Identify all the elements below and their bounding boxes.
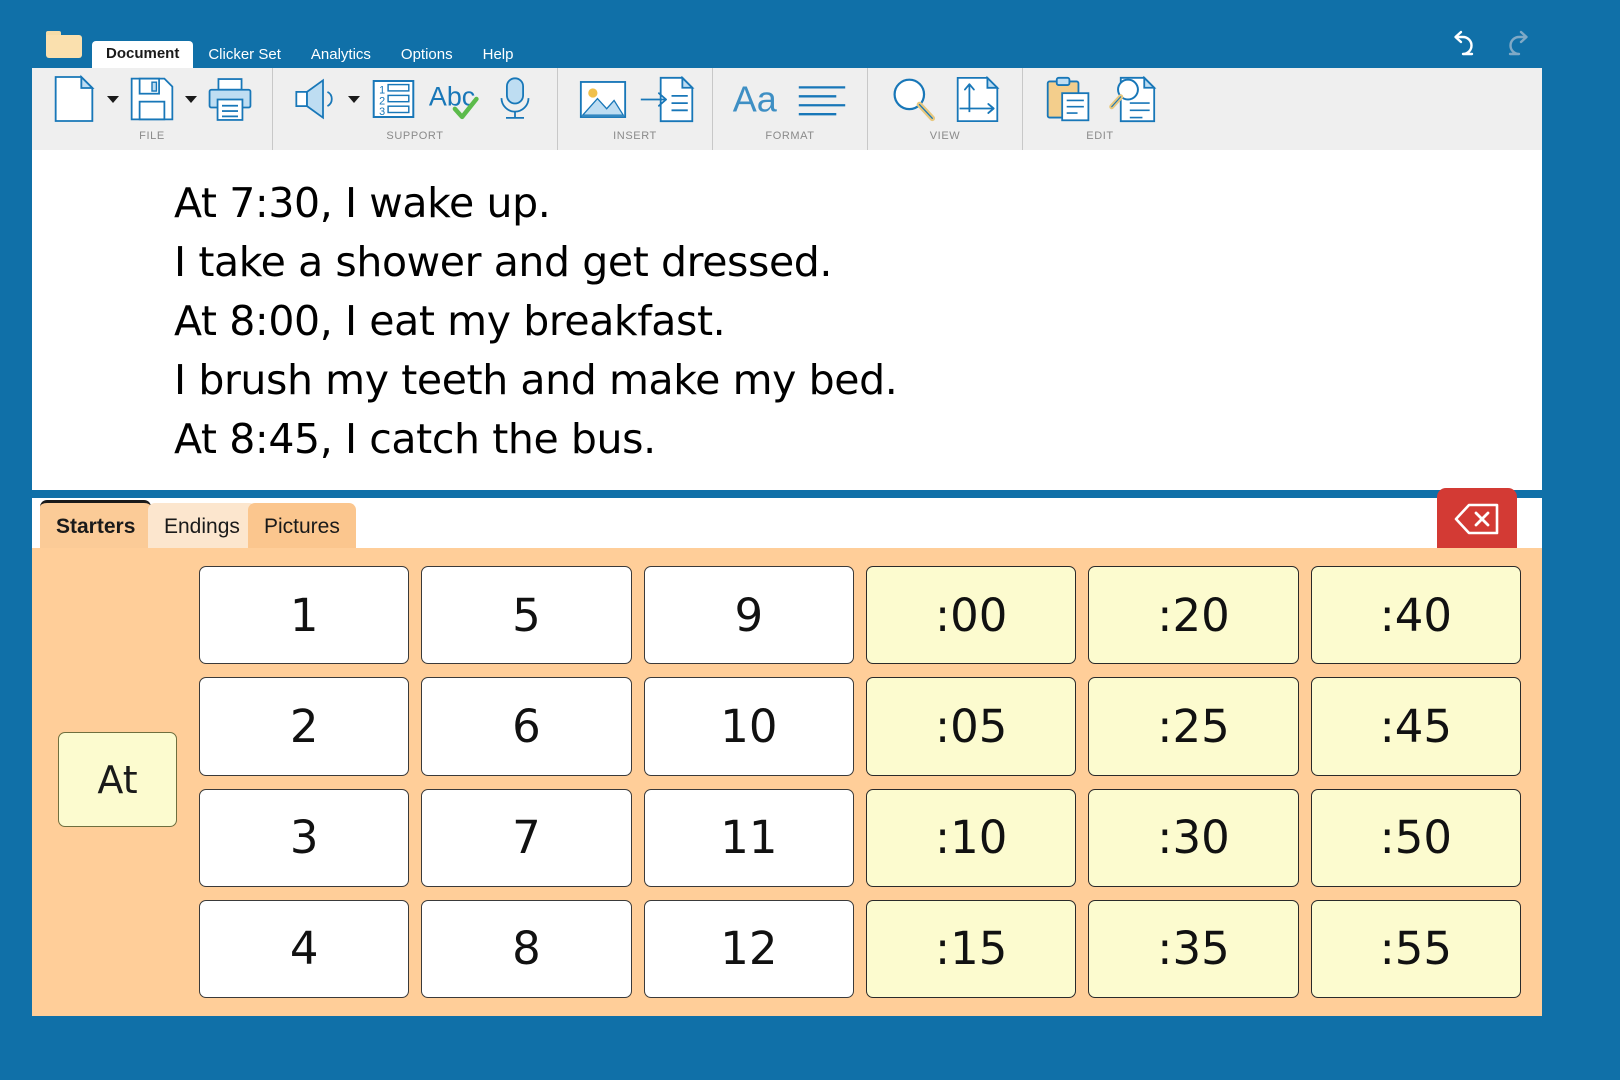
grid-cell[interactable]: 5 — [421, 566, 632, 665]
grid-cell[interactable]: :45 — [1310, 677, 1521, 776]
microphone-icon[interactable] — [487, 72, 543, 126]
grid-cell[interactable]: 3 — [199, 788, 410, 887]
undo-redo-group — [1450, 28, 1532, 62]
menu-item-document[interactable]: Document — [92, 41, 194, 68]
new-document-dropdown[interactable] — [104, 72, 122, 126]
document-line: I brush my teeth and make my bed. — [174, 356, 898, 404]
grid-cell[interactable]: :50 — [1310, 788, 1521, 887]
redo-icon[interactable] — [1498, 28, 1532, 62]
folder-icon[interactable] — [46, 31, 82, 58]
page-layout-icon[interactable] — [946, 72, 1008, 126]
ribbon-group-edit: EDIT — [1023, 68, 1177, 150]
document-canvas[interactable]: At 7:30, I wake up. I take a shower and g… — [32, 150, 1542, 490]
application-window: Document Clicker Set Analytics Options Help — [0, 0, 1620, 1080]
document-line: I take a shower and get dressed. — [174, 238, 833, 286]
document-line: At 8:00, I eat my breakfast. — [174, 297, 726, 345]
paste-clipboard-icon[interactable] — [1037, 72, 1099, 126]
grid-cell[interactable]: 12 — [643, 899, 854, 998]
grid-cell[interactable]: :40 — [1310, 566, 1521, 665]
grid-cell[interactable]: :00 — [865, 566, 1077, 665]
grid-cell[interactable]: 2 — [199, 677, 410, 776]
menu-item-help[interactable]: Help — [468, 42, 529, 68]
grid-cell[interactable]: :20 — [1088, 566, 1299, 665]
word-grid: 1 5 9:00:20:40 2 6 10:05:25:45 3 7 11:10:30:50 4 8… — [199, 566, 1521, 998]
numbered-list-icon[interactable]: 1 2 3 — [365, 72, 421, 126]
insert-picture-icon[interactable] — [572, 72, 634, 126]
save-document-icon[interactable] — [124, 72, 180, 126]
ribbon-group-label: INSERT — [613, 130, 657, 142]
grid-tab-pictures[interactable]: Pictures — [248, 503, 356, 550]
document-line: At 8:45, I catch the bus. — [174, 415, 656, 463]
ribbon-group-file: FILE — [32, 68, 273, 150]
new-document-icon[interactable] — [46, 72, 102, 126]
ribbon-group-label: VIEW — [929, 130, 961, 142]
paragraph-align-icon[interactable] — [791, 72, 853, 126]
grid-cell[interactable]: :10 — [865, 788, 1077, 887]
svg-text:3: 3 — [379, 106, 385, 118]
ribbon-group-view: VIEW — [868, 68, 1023, 150]
grid-cell[interactable]: 9 — [643, 566, 854, 665]
grid-tab-strip: Starters Endings Pictures — [32, 498, 1542, 550]
grid-cell[interactable]: :05 — [865, 677, 1077, 776]
title-bar: Document Clicker Set Analytics Options Help — [0, 0, 1620, 68]
speaker-icon[interactable] — [287, 72, 343, 126]
ribbon-group-support: 1 2 3 Abc SUPPORT — [273, 68, 558, 150]
grid-cell[interactable]: :15 — [865, 899, 1077, 998]
ribbon-group-format: Aa FORMAT — [713, 68, 868, 150]
ribbon-group-label: FORMAT — [765, 130, 815, 142]
undo-icon[interactable] — [1450, 28, 1484, 62]
grid-cell[interactable]: 8 — [421, 899, 632, 998]
print-icon[interactable] — [202, 72, 258, 126]
grid-cell[interactable]: :30 — [1088, 788, 1299, 887]
document-line: At 7:30, I wake up. — [174, 179, 551, 227]
menu-item-options[interactable]: Options — [386, 42, 468, 68]
find-in-document-icon[interactable] — [1101, 72, 1163, 126]
grid-cell[interactable]: 7 — [421, 788, 632, 887]
grid-cell[interactable]: 4 — [199, 899, 410, 998]
folder-icon-body — [46, 35, 82, 58]
svg-text:Aa: Aa — [733, 79, 778, 120]
speaker-dropdown[interactable] — [345, 72, 363, 126]
document-text[interactable]: At 7:30, I wake up. I take a shower and g… — [174, 174, 1474, 469]
ribbon-group-label: EDIT — [1086, 130, 1114, 142]
font-size-aa-icon[interactable]: Aa — [727, 72, 789, 126]
grid-tab-starters[interactable]: Starters — [40, 500, 152, 550]
insert-page-icon[interactable] — [636, 72, 698, 126]
menu-item-analytics[interactable]: Analytics — [296, 42, 386, 68]
grid-cell[interactable]: :55 — [1310, 899, 1521, 998]
grid-cell[interactable]: :35 — [1088, 899, 1299, 998]
menu-bar: Document Clicker Set Analytics Options Help — [92, 41, 529, 68]
ribbon-toolbar: FILE 1 2 3 Abc SUPPORT INSERT Aa FORMAT … — [32, 68, 1542, 150]
save-document-dropdown[interactable] — [182, 72, 200, 126]
grid-tab-endings[interactable]: Endings — [148, 503, 256, 550]
grid-cell[interactable]: 1 — [199, 566, 410, 665]
menu-item-clicker-set[interactable]: Clicker Set — [193, 42, 296, 68]
grid-cell[interactable]: 11 — [643, 788, 854, 887]
word-grid-panel: At 1 5 9:00:20:40 2 6 10:05:25:45 3 7 11:10:30:5… — [32, 548, 1542, 1016]
ribbon-group-label: FILE — [139, 130, 165, 142]
ribbon-group-insert: INSERT — [558, 68, 713, 150]
spellcheck-abc-icon[interactable]: Abc — [423, 72, 485, 126]
grid-cell-anchor[interactable]: At — [58, 732, 177, 827]
grid-cell[interactable]: :25 — [1088, 677, 1299, 776]
grid-cell[interactable]: 6 — [421, 677, 632, 776]
backspace-icon — [1454, 503, 1499, 535]
backspace-button[interactable] — [1437, 488, 1517, 550]
zoom-magnifier-icon[interactable] — [882, 72, 944, 126]
ribbon-group-label: SUPPORT — [386, 130, 444, 142]
grid-cell[interactable]: 10 — [643, 677, 854, 776]
